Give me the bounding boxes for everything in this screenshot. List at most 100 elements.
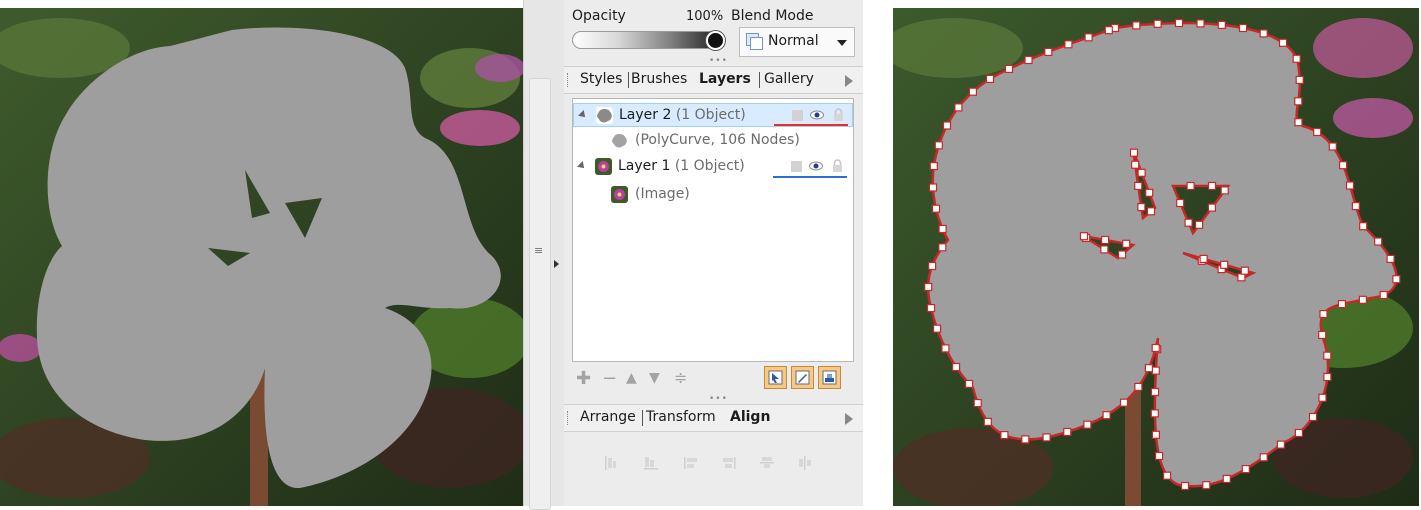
curve-node[interactable]: [1238, 23, 1248, 33]
tab-brushes[interactable]: Brushes: [631, 71, 687, 87]
curve-node[interactable]: [1155, 451, 1164, 461]
add-layer-icon[interactable]: ✚: [576, 368, 591, 389]
curve-node[interactable]: [1004, 64, 1014, 74]
tab-align[interactable]: Align: [730, 409, 770, 425]
curve-node[interactable]: [1207, 181, 1217, 191]
curve-node[interactable]: [1345, 181, 1355, 190]
collapse-arrow-icon[interactable]: [554, 260, 559, 268]
expand-arrow-icon[interactable]: [578, 110, 588, 120]
curve-node[interactable]: [1174, 18, 1184, 28]
visibility-box[interactable]: [792, 110, 803, 121]
tab-menu-arrow-icon[interactable]: [845, 413, 853, 425]
layer-row-layer2[interactable]: Layer 2 (1 Object): [573, 103, 853, 127]
curve-node[interactable]: [1323, 351, 1332, 360]
curve-node[interactable]: [1151, 366, 1160, 375]
curve-node[interactable]: [1374, 237, 1383, 246]
curve-node[interactable]: [1359, 222, 1368, 231]
tab-arrange[interactable]: Arrange: [580, 409, 636, 425]
curve-node[interactable]: [1146, 207, 1156, 216]
curve-node[interactable]: [1104, 26, 1113, 35]
curve-node[interactable]: [983, 417, 992, 426]
curve-node[interactable]: [1137, 203, 1146, 212]
lock-icon[interactable]: [833, 108, 844, 122]
curve-node[interactable]: [1313, 127, 1322, 137]
curve-node[interactable]: [1222, 474, 1231, 483]
curve-node[interactable]: [973, 399, 982, 408]
edit-on-layer-toggle[interactable]: [791, 366, 814, 389]
eye-icon[interactable]: [809, 161, 823, 171]
delete-layer-icon[interactable]: −: [602, 368, 617, 389]
curve-node[interactable]: [1021, 435, 1030, 444]
curve-node[interactable]: [1358, 295, 1367, 304]
curve-node[interactable]: [938, 243, 947, 252]
curve-node[interactable]: [1328, 142, 1337, 151]
curve-node[interactable]: [1294, 118, 1303, 127]
curve-node[interactable]: [1379, 290, 1388, 300]
curve-node[interactable]: [1084, 33, 1093, 42]
curve-node[interactable]: [1063, 427, 1072, 437]
curve-node[interactable]: [1134, 181, 1143, 190]
curve-node[interactable]: [942, 121, 952, 130]
curve-node[interactable]: [1386, 254, 1395, 263]
curve-node[interactable]: [1295, 75, 1304, 85]
curve-node[interactable]: [1259, 29, 1268, 38]
layer-object-row-image[interactable]: (Image): [573, 183, 853, 207]
expand-arrow-icon[interactable]: [577, 161, 587, 171]
lock-icon[interactable]: [832, 159, 843, 173]
curve-node[interactable]: [1180, 481, 1190, 491]
curve-node[interactable]: [1101, 235, 1110, 245]
curve-node[interactable]: [1278, 38, 1288, 47]
select-on-layer-toggle[interactable]: [764, 366, 787, 389]
curve-node[interactable]: [932, 324, 942, 333]
curve-node[interactable]: [1217, 20, 1226, 29]
curve-node[interactable]: [1150, 409, 1159, 418]
panel-splitter[interactable]: ≡: [524, 0, 564, 510]
curve-node[interactable]: [1083, 420, 1092, 429]
align-bottom-icon[interactable]: [760, 456, 774, 470]
curve-node[interactable]: [1024, 55, 1033, 65]
curve-node[interactable]: [1145, 188, 1154, 197]
curve-node[interactable]: [1186, 181, 1195, 191]
curve-node[interactable]: [1122, 239, 1131, 248]
move-layer-up-icon[interactable]: ▲: [626, 370, 637, 386]
curve-node[interactable]: [1323, 372, 1332, 382]
tab-menu-arrow-icon[interactable]: [845, 75, 853, 87]
curve-node[interactable]: [938, 224, 947, 234]
curve-node[interactable]: [1196, 19, 1205, 28]
curve-node[interactable]: [1237, 273, 1246, 282]
curve-node[interactable]: [1134, 382, 1143, 391]
curve-node[interactable]: [1000, 431, 1009, 440]
curve-node[interactable]: [931, 204, 941, 213]
curve-node[interactable]: [928, 183, 938, 192]
curve-node[interactable]: [1294, 428, 1303, 438]
curve-node[interactable]: [1337, 300, 1346, 309]
blend-mode-select[interactable]: Normal: [739, 27, 855, 57]
resize-dots[interactable]: •••: [709, 394, 728, 404]
curve-node[interactable]: [1319, 310, 1328, 319]
curve-node[interactable]: [985, 74, 995, 84]
curve-node[interactable]: [1195, 220, 1204, 229]
curve-node[interactable]: [1150, 387, 1160, 397]
curve-node[interactable]: [1318, 330, 1327, 339]
curve-node[interactable]: [1240, 266, 1249, 275]
curve-node[interactable]: [1339, 161, 1348, 170]
curve-node[interactable]: [924, 282, 933, 292]
curve-node[interactable]: [1176, 198, 1185, 208]
curve-node[interactable]: [1079, 232, 1089, 241]
curve-node[interactable]: [964, 379, 974, 388]
eye-icon[interactable]: [810, 110, 824, 120]
curve-node[interactable]: [1131, 160, 1140, 169]
layer-object-row-polycurve[interactable]: (PolyCurve, 106 Nodes): [573, 129, 853, 153]
curve-node[interactable]: [1151, 430, 1160, 439]
drag-grip-icon[interactable]: [567, 411, 570, 425]
align-right-icon[interactable]: [798, 456, 812, 470]
canvas-editing-right[interactable]: [893, 8, 1419, 506]
drag-grip-icon[interactable]: [567, 73, 570, 87]
curve-node[interactable]: [926, 304, 936, 313]
curve-node[interactable]: [1117, 250, 1127, 259]
align-left-icon[interactable]: [604, 456, 618, 470]
curve-node[interactable]: [1064, 40, 1073, 49]
curve-node[interactable]: [1308, 412, 1318, 422]
curve-node[interactable]: [1220, 186, 1229, 195]
tab-gallery[interactable]: Gallery: [764, 71, 814, 87]
